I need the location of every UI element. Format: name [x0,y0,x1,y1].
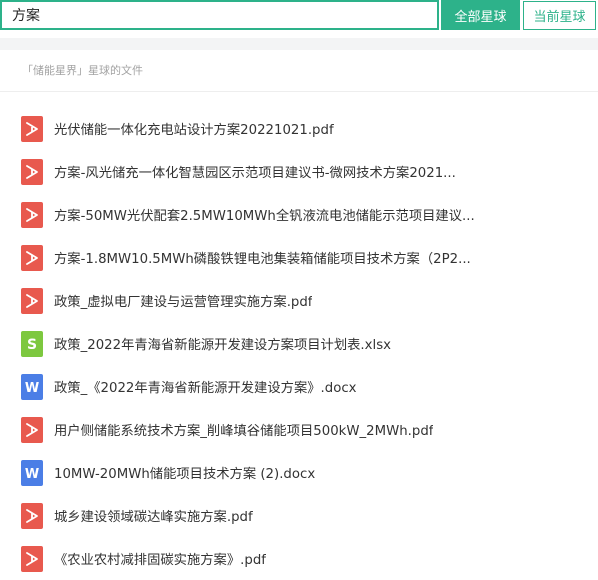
file-item[interactable]: S 政策_2022年青海省新能源开发建设方案项目计划表.xlsx [0,322,598,365]
divider [0,91,598,92]
file-item[interactable]: 方案-1.8MW10.5MWh磷酸铁锂电池集装箱储能项目技术方案（2P2... [0,236,598,279]
excel-file-icon: S [21,330,43,357]
file-name: 政策_2022年青海省新能源开发建设方案项目计划表.xlsx [54,338,392,353]
pdf-file-icon [21,502,43,529]
search-input[interactable] [2,2,437,28]
file-item[interactable]: 城乡建设领域碳达峰实施方案.pdf [0,494,598,537]
file-name: 《农业农村减排固碳实施方案》.pdf [54,553,266,568]
pdf-file-icon [21,201,43,228]
file-item[interactable]: 用户侧储能系统技术方案_削峰填谷储能项目500kW_2MWh.pdf [0,408,598,451]
file-name: 方案-1.8MW10.5MWh磷酸铁锂电池集装箱储能项目技术方案（2P2... [54,252,471,267]
file-name: 方案-50MW光伏配套2.5MW10MWh全钒液流电池储能示范项目建议... [54,209,475,224]
file-name: 城乡建设领域碳达峰实施方案.pdf [54,510,253,525]
file-list: 光伏储能一体化充电站设计方案20221021.pdf 方案-风光储充一体化智慧园区… [0,107,598,580]
pdf-file-icon [21,158,43,185]
search-bar: 全部星球 当前星球 [0,0,598,34]
file-item[interactable]: 政策_虚拟电厂建设与运营管理实施方案.pdf [0,279,598,322]
file-item[interactable]: 《农业农村减排固碳实施方案》.pdf [0,537,598,580]
file-item[interactable]: W 10MW-20MWh储能项目技术方案 (2).docx [0,451,598,494]
file-item[interactable]: 方案-风光储充一体化智慧园区示范项目建议书-微网技术方案2021... [0,150,598,193]
word-file-icon: W [21,373,43,400]
svg-text:W: W [25,467,39,482]
search-box[interactable] [0,0,439,30]
file-item[interactable]: W 政策_《2022年青海省新能源开发建设方案》.docx [0,365,598,408]
file-item[interactable]: 光伏储能一体化充电站设计方案20221021.pdf [0,107,598,150]
pdf-file-icon [21,287,43,314]
svg-text:W: W [25,381,39,396]
file-item[interactable]: 方案-50MW光伏配套2.5MW10MWh全钒液流电池储能示范项目建议... [0,193,598,236]
file-name: 政策_虚拟电厂建设与运营管理实施方案.pdf [54,295,313,310]
pdf-file-icon [21,416,43,443]
search-scope-label: 「储能星界」星球的文件 [22,64,143,77]
word-file-icon: W [21,459,43,486]
pdf-file-icon [21,545,43,572]
svg-text:S: S [27,337,37,353]
file-name: 方案-风光储充一体化智慧园区示范项目建议书-微网技术方案2021... [54,166,456,181]
file-name: 光伏储能一体化充电站设计方案20221021.pdf [54,123,334,138]
file-name: 政策_《2022年青海省新能源开发建设方案》.docx [54,381,357,396]
pdf-file-icon [21,244,43,271]
file-name: 用户侧储能系统技术方案_削峰填谷储能项目500kW_2MWh.pdf [54,424,434,439]
current-planet-button[interactable]: 当前星球 [523,1,596,30]
all-planets-button[interactable]: 全部星球 [441,0,520,30]
separator-band [0,38,598,50]
pdf-file-icon [21,115,43,142]
file-name: 10MW-20MWh储能项目技术方案 (2).docx [54,467,316,482]
